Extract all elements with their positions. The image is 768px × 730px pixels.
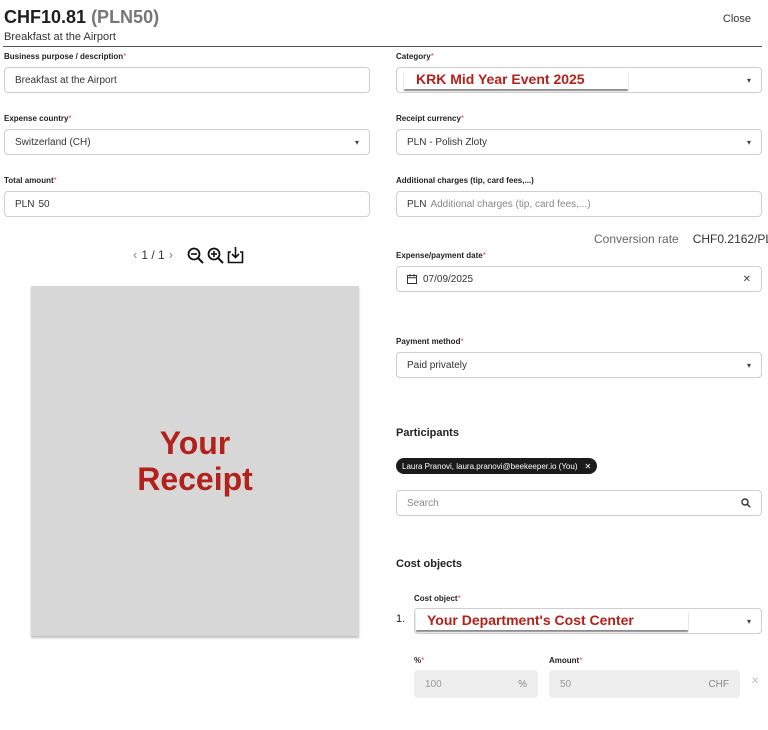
expense-date-value: 07/09/2025 — [423, 273, 474, 285]
business-purpose-input[interactable]: Breakfast at the Airport — [4, 67, 370, 93]
additional-charges-placeholder: Additional charges (tip, card fees,...) — [430, 198, 591, 210]
percent-value: 100 — [425, 678, 442, 690]
expense-country-label: Expense country* — [4, 114, 72, 123]
next-page-icon[interactable]: › — [169, 247, 173, 262]
amount-label: Amount* — [549, 656, 583, 665]
payment-method-label: Payment method* — [396, 337, 464, 346]
receipt-currency-select[interactable]: PLN - Polish Zloty ▾ — [396, 129, 762, 155]
amount-input[interactable]: 50 CHF — [549, 670, 740, 698]
converted-amount: CHF10.81 — [4, 7, 87, 27]
expense-subtitle: Breakfast at the Airport — [4, 31, 116, 43]
page-indicator: 1 / 1 — [141, 247, 165, 262]
receipt-currency-value: PLN - Polish Zloty — [407, 136, 488, 148]
cost-objects-title: Cost objects — [396, 558, 463, 570]
receipt-currency-label: Receipt currency* — [396, 114, 465, 123]
page-title: CHF10.81 (PLN50) — [4, 7, 159, 28]
receipt-preview: Your Receipt — [31, 286, 359, 636]
participant-chip: Laura Pranovi, laura.pranovi@beekeeper.i… — [396, 458, 598, 474]
search-placeholder: Search — [407, 497, 439, 509]
chevron-down-icon: ▾ — [746, 137, 751, 147]
currency-prefix: PLN — [407, 198, 427, 210]
cost-object-label: Cost object* — [414, 594, 461, 603]
total-amount-value: 50 — [38, 198, 50, 210]
calendar-icon — [407, 274, 417, 284]
header-divider — [3, 46, 762, 47]
participant-search-input[interactable]: Search — [396, 490, 762, 516]
payment-method-select[interactable]: Paid privately ▾ — [396, 352, 762, 378]
total-amount-input[interactable]: PLN 50 — [4, 191, 370, 217]
chevron-down-icon: ▾ — [746, 360, 751, 370]
amount-suffix: CHF — [708, 678, 729, 690]
percent-input[interactable]: 100 % — [414, 670, 538, 698]
category-label: Category* — [396, 52, 434, 61]
clear-date-icon[interactable]: ✕ — [743, 274, 751, 285]
category-overlay-label: KRK Mid Year Event 2025 — [404, 70, 628, 89]
chevron-down-icon: ▾ — [746, 616, 751, 626]
currency-prefix: PLN — [15, 198, 35, 210]
remove-participant-icon[interactable]: ✕ — [585, 462, 592, 471]
search-icon — [741, 498, 751, 508]
payment-method-value: Paid privately — [407, 359, 468, 371]
receipt-placeholder-line1: Your — [159, 425, 231, 461]
receipt-pager: ‹ 1 / 1 › — [133, 247, 173, 262]
business-purpose-value: Breakfast at the Airport — [15, 74, 117, 86]
zoom-in-icon[interactable] — [207, 247, 224, 264]
cost-object-index: 1. — [396, 613, 406, 625]
prev-page-icon[interactable]: ‹ — [133, 247, 137, 262]
amount-value: 50 — [560, 678, 572, 690]
zoom-out-icon[interactable] — [187, 247, 204, 264]
additional-charges-label: Additional charges (tip, card fees,...) — [396, 176, 534, 185]
cost-object-overlay-label: Your Department's Cost Center — [416, 611, 688, 630]
percent-suffix: % — [518, 678, 527, 690]
expense-country-select[interactable]: Switzerland (CH) ▾ — [4, 129, 370, 155]
expense-date-label: Expense/payment date* — [396, 251, 486, 260]
chevron-down-icon: ▾ — [746, 75, 751, 85]
expense-country-value: Switzerland (CH) — [15, 136, 91, 148]
participants-title: Participants — [396, 427, 459, 439]
download-icon[interactable] — [227, 246, 244, 264]
total-amount-label: Total amount* — [4, 176, 57, 185]
conversion-rate: Conversion rate CHF0.2162/PLN — [594, 232, 768, 246]
close-button[interactable]: Close — [723, 13, 751, 25]
remove-cost-object-icon[interactable]: ✕ — [751, 676, 759, 687]
business-purpose-label: Business purpose / description* — [4, 52, 127, 61]
participant-chip-label: Laura Pranovi, laura.pranovi@beekeeper.i… — [402, 461, 578, 471]
original-amount: (PLN50) — [91, 7, 160, 27]
chevron-down-icon: ▾ — [354, 137, 359, 147]
receipt-placeholder-line2: Receipt — [137, 461, 253, 497]
percent-label: %* — [414, 656, 425, 665]
additional-charges-input[interactable]: PLN Additional charges (tip, card fees,.… — [396, 191, 762, 217]
conversion-rate-label: Conversion rate — [594, 232, 679, 246]
conversion-rate-value: CHF0.2162/PLN — [692, 232, 768, 246]
expense-date-input[interactable]: 07/09/2025 ✕ — [396, 266, 762, 292]
